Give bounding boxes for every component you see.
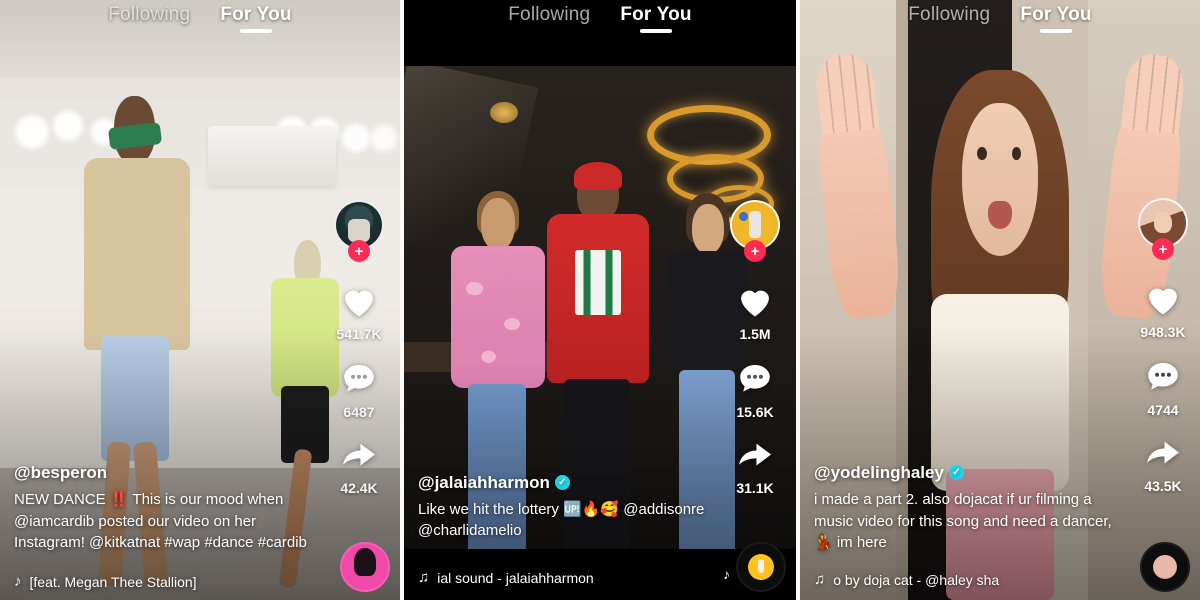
ac-unit (208, 126, 336, 186)
music-disc-3[interactable] (1140, 542, 1190, 592)
music-note-icon: ♪ (14, 573, 22, 590)
follow-button-2[interactable]: + (744, 240, 766, 262)
feed-tabs-1: Following For You (0, 0, 400, 33)
music-bar-2[interactable]: ♫ ial sound - jalaiahharmon (418, 569, 726, 586)
comment-icon (737, 362, 773, 401)
ceiling-downlight (490, 102, 518, 123)
share-count-3: 43.5K (1144, 478, 1182, 494)
video-panel-2[interactable]: Following For You + 1.5M 15.6K 31.1K @ja… (404, 0, 796, 600)
share-count-1: 42.4K (340, 480, 378, 496)
caption-block-2: @jalaiahharmon ✓ Like we hit the lottery… (418, 473, 722, 543)
share-icon (340, 440, 378, 477)
comment-action-2[interactable]: 15.6K (736, 362, 774, 420)
like-action-3[interactable]: 948.3K (1140, 282, 1186, 340)
creator-handle-2[interactable]: @jalaiahharmon ✓ (418, 473, 722, 493)
heart-icon (736, 284, 774, 323)
like-action-1[interactable]: 541.7K (336, 284, 382, 342)
verified-badge-icon: ✓ (948, 465, 964, 481)
comment-icon (1145, 360, 1181, 399)
share-icon (736, 440, 774, 477)
share-icon (1144, 438, 1182, 475)
tab-for-you-3[interactable]: For You (1020, 4, 1092, 33)
follow-button-1[interactable]: + (348, 240, 370, 262)
creator-avatar-3[interactable]: + (1138, 198, 1188, 260)
video-description-1: NEW DANCE ‼️ This is our mood when @iamc… (14, 490, 307, 552)
music-bar-1[interactable]: ♪ [feat. Megan Thee Stallion] (14, 573, 330, 590)
creator-avatar-2[interactable]: + (730, 200, 780, 262)
comment-action-3[interactable]: 4744 (1145, 360, 1181, 418)
feed-tabs-3: Following For You (800, 0, 1200, 33)
music-disc-2[interactable] (736, 542, 786, 592)
heart-icon (340, 284, 378, 323)
music-note-icon: ♫ (814, 571, 826, 588)
music-title-3: o by doja cat - @haley sha (833, 571, 1000, 588)
creator-handle-text-1: @besperon (14, 462, 108, 482)
music-note-icon: ♫ (418, 569, 430, 586)
tab-active-underline-3 (1040, 28, 1073, 33)
feed-tabs-2: Following For You (404, 0, 796, 33)
comment-icon (341, 362, 377, 401)
share-count-2: 31.1K (736, 480, 774, 496)
video-panel-1[interactable]: Following For You + 541.7K 6487 42.4K @b… (0, 0, 400, 600)
tab-for-you-label-2: For You (620, 4, 692, 25)
action-rail-3: + 948.3K 4744 43.5K (1132, 198, 1194, 514)
tiktok-feed-comparison: Following For You + 541.7K 6487 42.4K @b… (0, 0, 1200, 600)
share-action-2[interactable]: 31.1K (736, 440, 774, 496)
video-panel-3[interactable]: Following For You + 948.3K 4744 43.5K @y… (800, 0, 1200, 600)
music-title-2: ial sound - jalaiahharmon (437, 569, 594, 586)
creator-handle-text-3: @yodelinghaley (814, 462, 944, 482)
comment-action-1[interactable]: 6487 (341, 362, 377, 420)
tab-for-you-label-1: For You (220, 4, 292, 25)
like-count-1: 541.7K (336, 326, 382, 342)
video-description-3: i made a part 2. also dojacat if ur film… (814, 490, 1112, 552)
action-rail-2: + 1.5M 15.6K 31.1K (724, 200, 786, 516)
tab-following-1[interactable]: Following (108, 4, 190, 33)
follow-button-3[interactable]: + (1152, 238, 1174, 260)
video-description-2: Like we hit the lottery 🆙🔥🥰 @addisonre @… (418, 500, 705, 540)
comment-count-2: 15.6K (736, 404, 774, 420)
caption-block-3: @yodelinghaley ✓ i made a part 2. also d… (814, 463, 1126, 554)
caption-block-1: @besperon NEW DANCE ‼️ This is our mood … (14, 463, 326, 554)
like-action-2[interactable]: 1.5M (736, 284, 774, 342)
tab-for-you-1[interactable]: For You (220, 4, 292, 33)
comment-count-3: 4744 (1147, 402, 1179, 418)
creator-avatar-1[interactable]: + (334, 200, 384, 262)
creator-handle-3[interactable]: @yodelinghaley ✓ (814, 463, 1126, 483)
comment-count-1: 6487 (343, 404, 375, 420)
action-rail-1: + 541.7K 6487 42.4K (328, 200, 390, 516)
verified-badge-icon: ✓ (554, 475, 570, 490)
tab-for-you-2[interactable]: For You (620, 4, 692, 33)
share-action-1[interactable]: 42.4K (340, 440, 378, 496)
tab-for-you-label-3: For You (1020, 4, 1092, 25)
like-count-3: 948.3K (1140, 324, 1186, 340)
like-count-2: 1.5M (739, 326, 771, 342)
heart-icon (1144, 282, 1182, 321)
music-bar-3[interactable]: ♫ o by doja cat - @haley sha (814, 571, 1130, 588)
creator-handle-text-2: @jalaiahharmon (418, 472, 550, 492)
share-action-3[interactable]: 43.5K (1144, 438, 1182, 494)
tab-following-2[interactable]: Following (508, 4, 590, 33)
creator-handle-1[interactable]: @besperon (14, 463, 326, 483)
music-disc-1[interactable] (340, 542, 390, 592)
tab-following-3[interactable]: Following (908, 4, 990, 33)
floating-music-note-icon: ♪ (723, 566, 730, 582)
music-title-1: [feat. Megan Thee Stallion] (29, 573, 197, 590)
tab-active-underline-1 (240, 28, 273, 33)
tab-active-underline-2 (640, 28, 673, 33)
